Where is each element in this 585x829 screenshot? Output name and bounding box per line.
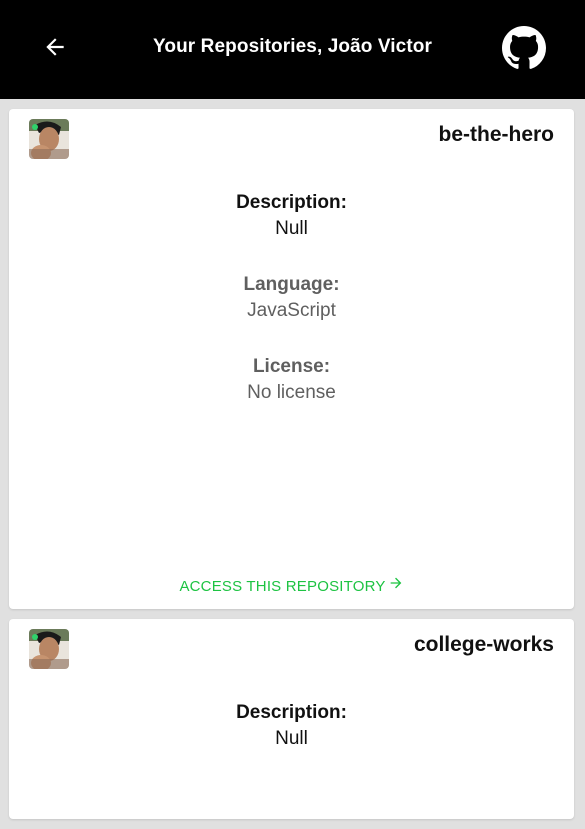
license-value: No license — [247, 382, 336, 403]
license-field: License: No license — [9, 355, 574, 407]
license-label: License: — [252, 356, 331, 377]
page-title: Your Repositories, João Victor — [153, 36, 432, 57]
github-icon — [502, 26, 546, 69]
description-field: Description: Null — [9, 701, 574, 753]
repository-name: be-the-hero — [438, 123, 555, 146]
description-value: Null — [275, 218, 308, 239]
language-field: Language: JavaScript — [9, 273, 574, 325]
avatar — [29, 119, 69, 159]
github-button[interactable] — [502, 26, 546, 70]
avatar — [29, 629, 69, 669]
repository-card: college-works Description: Null — [9, 619, 574, 819]
language-label: Language: — [243, 274, 340, 295]
back-button[interactable] — [38, 30, 72, 64]
arrow-right-icon — [390, 577, 401, 588]
description-label: Description: — [236, 702, 347, 723]
arrow-left-icon — [46, 38, 64, 56]
description-label: Description: — [236, 192, 347, 213]
description-field: Description: Null — [9, 191, 574, 243]
access-repository-link[interactable]: ACCESS THIS REPOSITORY — [9, 577, 574, 595]
description-value: Null — [275, 728, 308, 749]
access-repository-label: ACCESS THIS REPOSITORY — [179, 578, 386, 595]
language-value: JavaScript — [247, 300, 336, 321]
repository-card: be-the-hero Description: Null Language: … — [9, 109, 574, 609]
repository-list: be-the-hero Description: Null Language: … — [9, 109, 574, 829]
repository-name: college-works — [413, 633, 554, 656]
app-header: Your Repositories, João Victor — [0, 0, 585, 99]
